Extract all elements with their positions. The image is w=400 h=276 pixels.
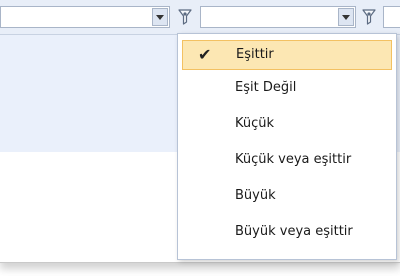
filter-condition-menu: ✔ Eşittir Eşit Değil Küçük Küçük veya eş…	[177, 33, 397, 260]
menu-item-label: Küçük	[235, 116, 275, 131]
filter-1-chevron-down-icon[interactable]	[152, 8, 168, 26]
menu-item-label: Eşittir	[236, 47, 274, 62]
menu-item-greater-than[interactable]: Büyük	[182, 182, 392, 212]
check-icon: ✔	[198, 45, 212, 64]
menu-item-less-than[interactable]: Küçük	[182, 110, 392, 140]
menu-item-label: Büyük	[235, 188, 276, 203]
filter-input-1[interactable]	[0, 6, 170, 28]
menu-item-less-or-equal[interactable]: Küçük veya eşittir	[182, 146, 392, 176]
menu-item-label: Küçük veya eşittir	[235, 152, 352, 167]
menu-item-greater-or-equal[interactable]: Büyük veya eşittir	[182, 218, 392, 248]
filter-input-2[interactable]	[200, 6, 356, 28]
menu-item-not-equals[interactable]: Eşit Değil	[182, 74, 392, 104]
filter-2-filter-icon[interactable]	[362, 9, 376, 25]
filter-row	[0, 0, 400, 35]
filter-1-filter-icon[interactable]	[178, 9, 192, 25]
filter-2-chevron-down-icon[interactable]	[338, 8, 354, 26]
menu-item-label: Büyük veya eşittir	[235, 224, 353, 239]
menu-item-equals[interactable]: ✔ Eşittir	[182, 40, 392, 70]
filter-input-3[interactable]	[383, 6, 400, 28]
menu-item-label: Eşit Değil	[235, 80, 297, 95]
